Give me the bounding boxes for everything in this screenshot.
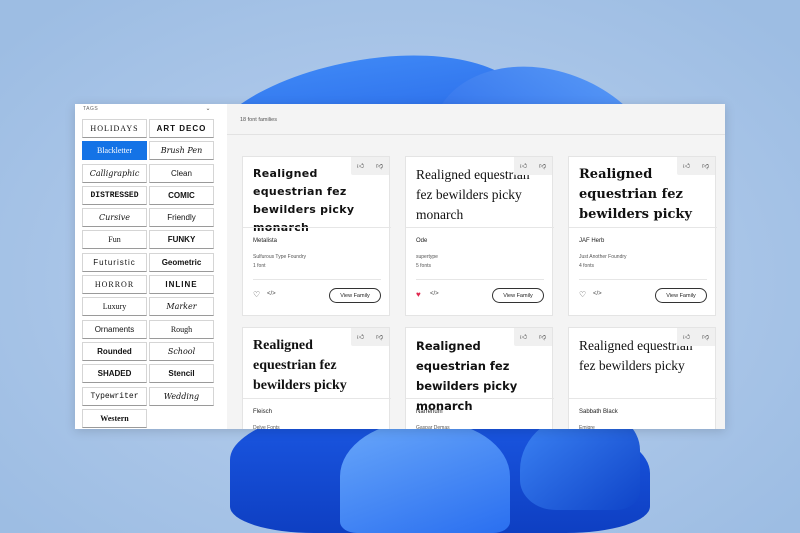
foundry-name[interactable]: supertype (416, 254, 438, 260)
tags-sidebar: TAGS ⌄ HOLIDAYS ART DECO Blackletter Brush … (75, 104, 227, 429)
thumb-down-icon[interactable]: 👎︎ (376, 163, 383, 170)
code-icon[interactable]: </> (267, 291, 276, 297)
tag-distressed[interactable]: DISTRESSED (82, 185, 147, 205)
font-card[interactable]: Realigned equestrian fez bewilders picky… (405, 327, 554, 429)
tag-horror[interactable]: HORROR (82, 275, 147, 295)
foundry-name[interactable]: Emigre (579, 425, 595, 429)
tags-heading: TAGS (83, 106, 99, 112)
divider (569, 227, 717, 228)
family-name[interactable]: Fleisch (253, 409, 272, 415)
view-family-button[interactable]: View Family (329, 288, 381, 303)
tag-western[interactable]: Western (82, 408, 147, 428)
tag-funky[interactable]: FUNKY (149, 230, 214, 250)
rating-controls: 👍︎ 👎︎ (351, 157, 389, 175)
tag-cursive[interactable]: Cursive (82, 208, 147, 228)
tag-typewriter[interactable]: Typewriter (82, 386, 147, 406)
thumb-down-icon[interactable]: 👎︎ (376, 334, 383, 341)
family-name[interactable]: Sabbath Black (579, 409, 618, 415)
rating-controls: 👍︎ 👎︎ (514, 157, 552, 175)
view-family-button[interactable]: View Family (492, 288, 544, 303)
divider (406, 398, 554, 399)
rating-controls: 👍︎ 👎︎ (351, 328, 389, 346)
tag-clean[interactable]: Clean (149, 163, 214, 183)
family-name[interactable]: JAF Herb (579, 238, 604, 244)
tag-luxury[interactable]: Luxury (82, 297, 147, 317)
chevron-down-icon[interactable]: ⌄ (205, 105, 211, 112)
thumb-down-icon[interactable]: 👎︎ (702, 163, 709, 170)
family-name[interactable]: Ode (416, 238, 427, 244)
tag-grid: HOLIDAYS ART DECO Blackletter Brush Pen Call… (82, 119, 214, 428)
divider (416, 279, 544, 280)
heart-icon[interactable]: ♡ (253, 291, 260, 299)
divider (253, 279, 381, 280)
font-card[interactable]: Realigned equestrian fez bewilders picky… (242, 156, 391, 316)
tag-inline[interactable]: INLINE (149, 275, 214, 295)
tag-wedding[interactable]: Wedding (149, 386, 214, 406)
font-count: 5 fonts (416, 263, 432, 269)
font-count: 1 font (253, 263, 266, 269)
tag-comic[interactable]: COMIC (149, 185, 214, 205)
rating-controls: 👍︎ 👎︎ (514, 328, 552, 346)
rating-controls: 👍︎ 👎︎ (677, 328, 715, 346)
tag-friendly[interactable]: Friendly (149, 208, 214, 228)
font-card[interactable]: Realigned equestrian fez bewilders picky… (568, 327, 717, 429)
divider (569, 398, 717, 399)
divider (243, 227, 391, 228)
font-card[interactable]: Realigned equestrian fez bewilders picky… (568, 156, 717, 316)
thumb-up-icon[interactable]: 👍︎ (357, 334, 364, 341)
family-count: 18 font families (240, 117, 277, 123)
code-icon[interactable]: </> (430, 291, 439, 297)
font-results: 18 font families Realigned equestrian fe… (227, 104, 725, 429)
tag-school[interactable]: School (149, 341, 214, 361)
divider (406, 227, 554, 228)
foundry-name[interactable]: Delve Fonts (253, 425, 280, 429)
tag-holidays[interactable]: HOLIDAYS (82, 119, 147, 138)
tag-blackletter[interactable]: Blackletter (82, 141, 147, 161)
font-sample-text: Realigned equestrian fez bewilders picky… (416, 339, 518, 413)
font-card[interactable]: Realigned equestrian fez bewilders picky… (405, 156, 554, 316)
divider (243, 398, 391, 399)
tag-stencil[interactable]: Stencil (149, 364, 214, 384)
thumb-up-icon[interactable]: 👍︎ (683, 163, 690, 170)
divider (227, 134, 725, 135)
font-browser-window: TAGS ⌄ HOLIDAYS ART DECO Blackletter Brush … (75, 104, 725, 429)
thumb-up-icon[interactable]: 👍︎ (683, 334, 690, 341)
font-count: 4 fonts (579, 263, 595, 269)
tags-header[interactable]: TAGS ⌄ (83, 106, 211, 116)
tag-fun[interactable]: Fun (82, 230, 147, 250)
font-card[interactable]: Realigned equestrian fez bewilders picky… (242, 327, 391, 429)
thumb-up-icon[interactable]: 👍︎ (520, 163, 527, 170)
thumb-up-icon[interactable]: 👍︎ (357, 163, 364, 170)
tag-rough[interactable]: Rough (149, 319, 214, 339)
tag-marker[interactable]: Marker (149, 297, 214, 317)
heart-icon[interactable]: ♥ (416, 291, 421, 299)
wallpaper-bloom-petal (340, 420, 510, 533)
tag-brush-pen[interactable]: Brush Pen (149, 141, 214, 161)
foundry-name[interactable]: Sulfurous Type Foundry (253, 254, 306, 260)
divider (579, 279, 707, 280)
thumb-down-icon[interactable]: 👎︎ (539, 334, 546, 341)
tag-rounded[interactable]: Rounded (82, 341, 147, 361)
foundry-name[interactable]: Just Another Foundry (579, 254, 627, 260)
tag-geometric[interactable]: Geometric (149, 252, 214, 272)
thumb-down-icon[interactable]: 👎︎ (539, 163, 546, 170)
family-name[interactable]: Narrenum (416, 409, 443, 415)
code-icon[interactable]: </> (593, 291, 602, 297)
tag-calligraphic[interactable]: Calligraphic (82, 163, 147, 183)
tag-shaded[interactable]: SHADED (82, 364, 147, 384)
tag-futuristic[interactable]: Futuristic (82, 252, 147, 272)
rating-controls: 👍︎ 👎︎ (677, 157, 715, 175)
tag-art-deco[interactable]: ART DECO (149, 119, 214, 138)
family-name[interactable]: Metalista (253, 238, 277, 244)
tag-ornaments[interactable]: Ornaments (82, 319, 147, 339)
heart-icon[interactable]: ♡ (579, 291, 586, 299)
view-family-button[interactable]: View Family (655, 288, 707, 303)
foundry-name[interactable]: Gaspar Demas (416, 425, 450, 429)
thumb-down-icon[interactable]: 👎︎ (702, 334, 709, 341)
thumb-up-icon[interactable]: 👍︎ (520, 334, 527, 341)
